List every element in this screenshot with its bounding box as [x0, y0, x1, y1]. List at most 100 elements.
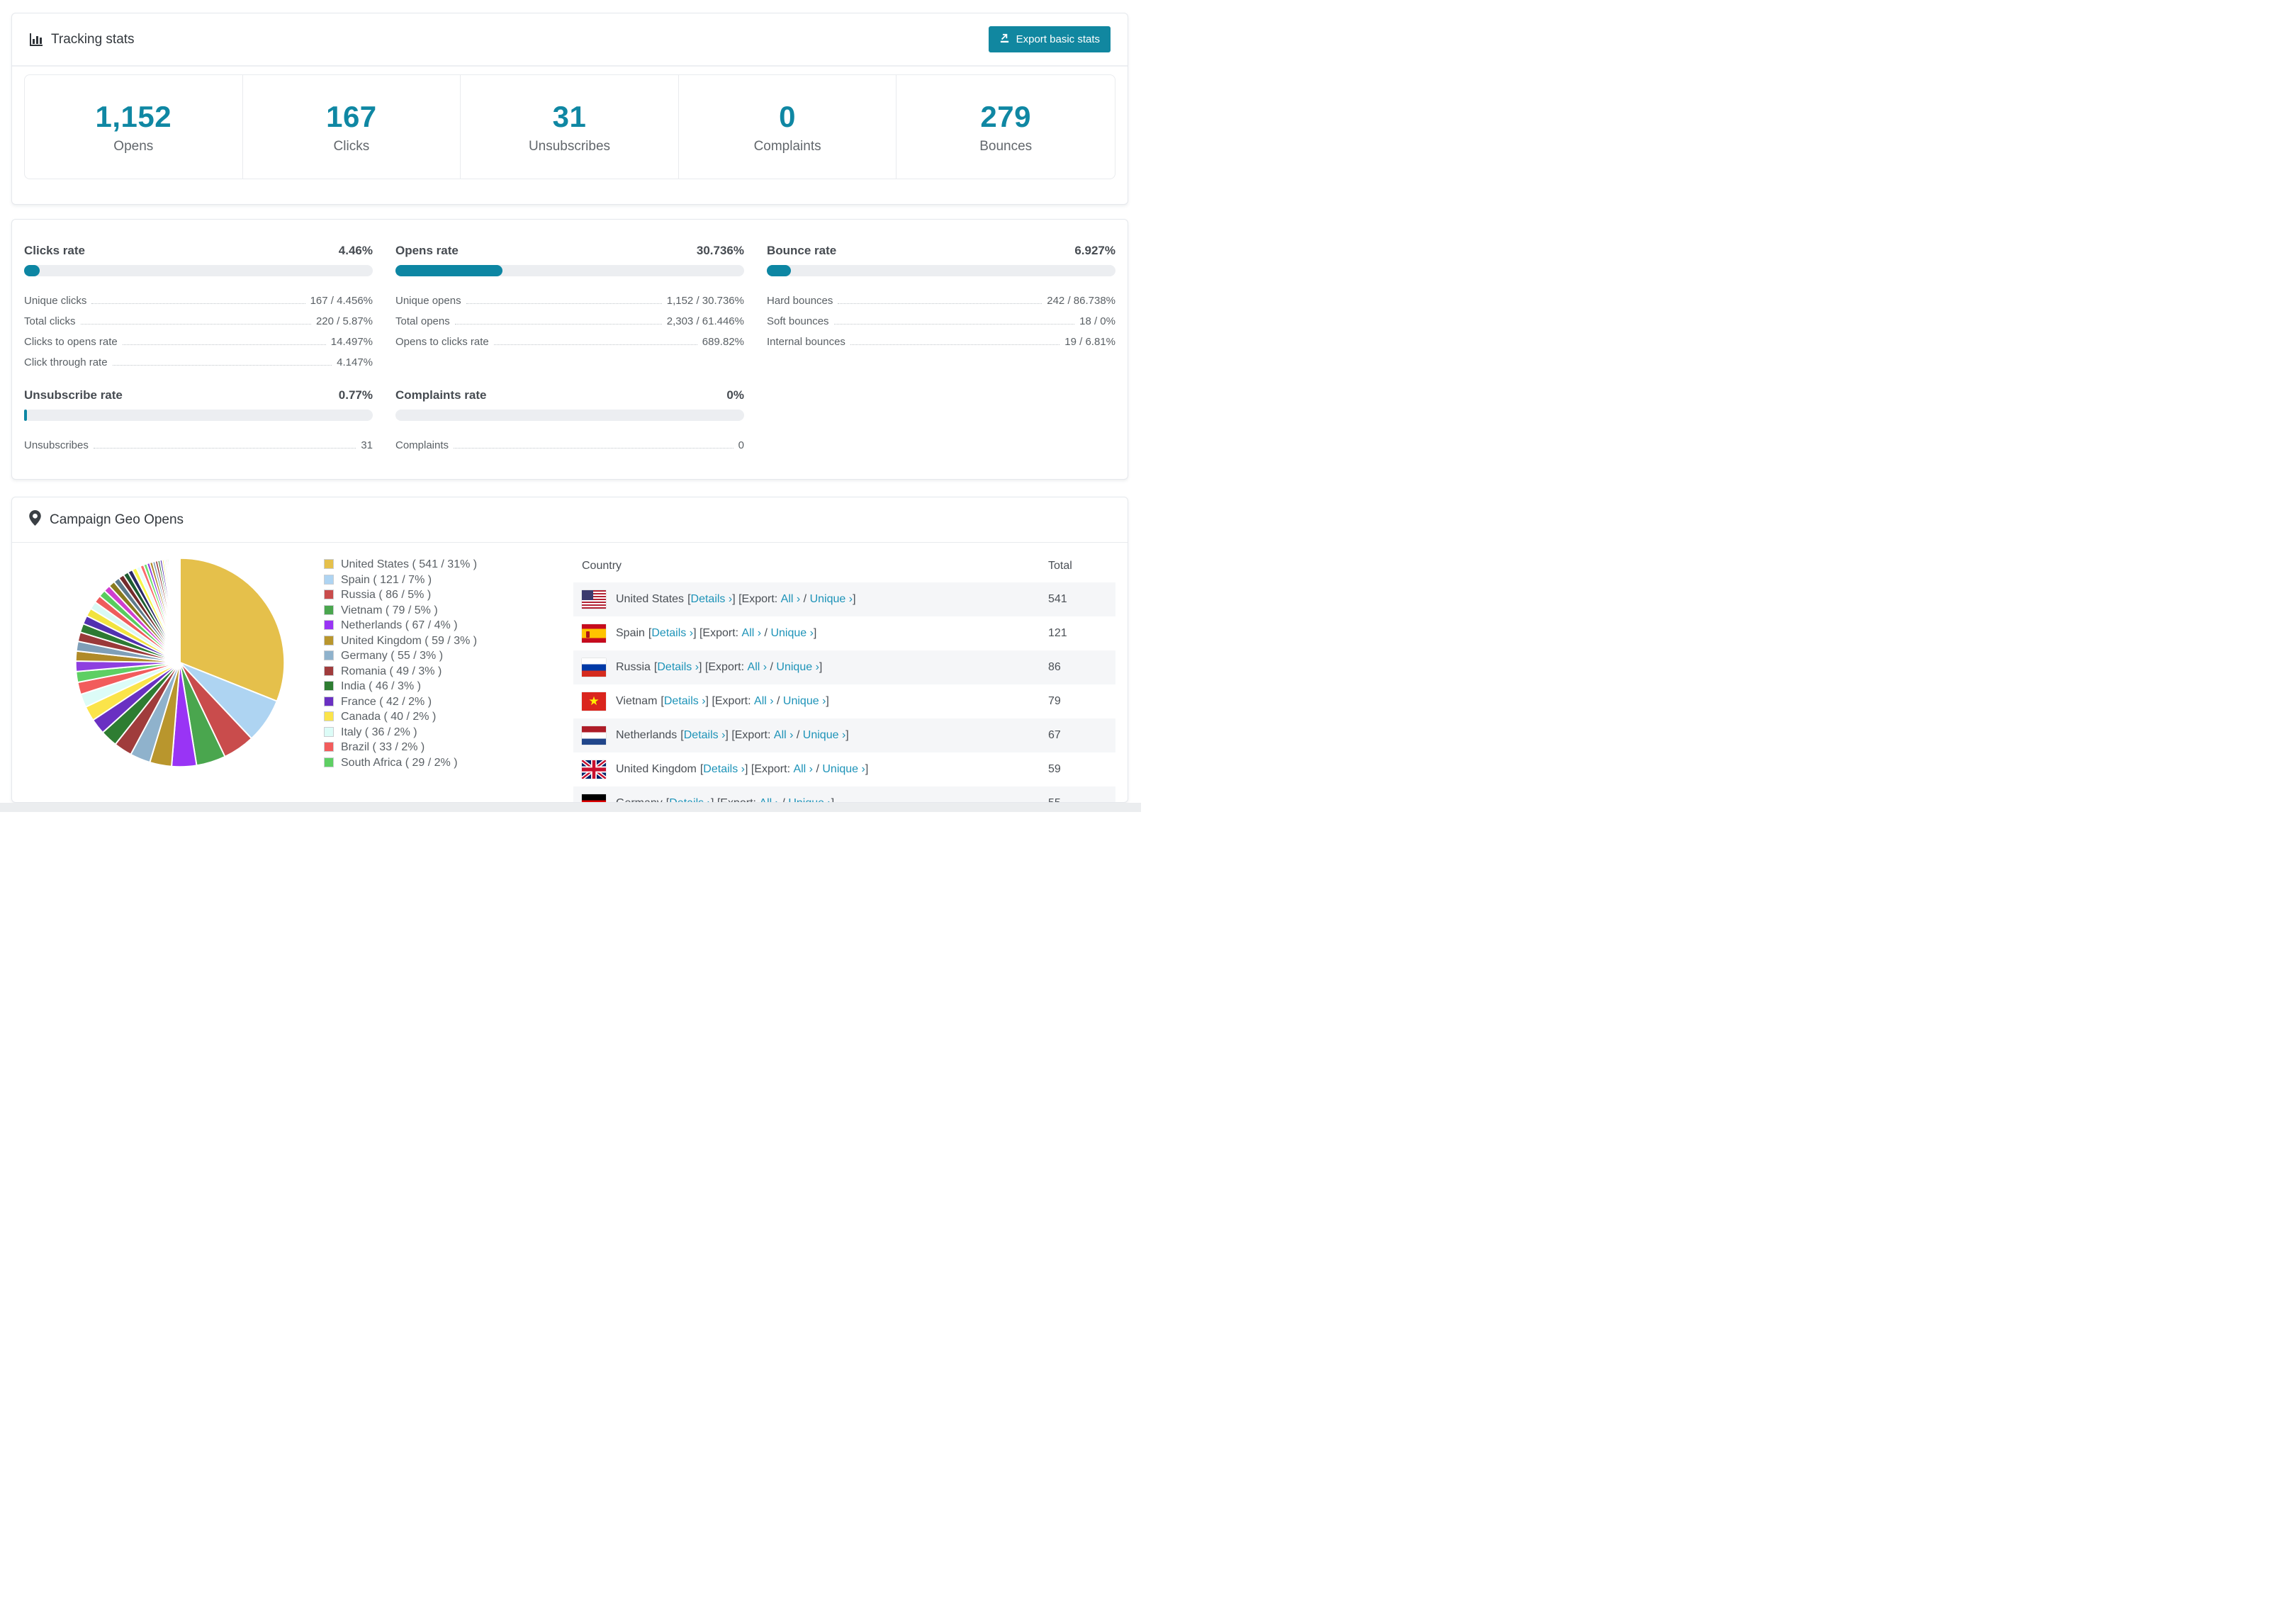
progress-bar — [24, 265, 373, 276]
export-unique-link[interactable]: Unique › — [810, 593, 853, 606]
legend-label: Brazil ( 33 / 2% ) — [341, 741, 425, 753]
legend-swatch-icon — [324, 590, 334, 599]
table-row: Germany [Details ›] [Export: All › / Uni… — [573, 786, 1115, 802]
country-total: 86 — [1048, 661, 1061, 673]
legend-item[interactable]: Vietnam ( 79 / 5% ) — [324, 603, 573, 619]
legend-item[interactable]: Russia ( 86 / 5% ) — [324, 587, 573, 603]
legend-item[interactable]: Netherlands ( 67 / 4% ) — [324, 618, 573, 633]
geo-table-header: Country Total — [573, 551, 1115, 582]
export-all-link[interactable]: All › — [774, 729, 794, 742]
country-flag-icon — [582, 760, 606, 779]
rate-percent: 6.927% — [1074, 244, 1115, 257]
legend-item[interactable]: Brazil ( 33 / 2% ) — [324, 740, 573, 755]
legend-swatch-icon — [324, 696, 334, 706]
details-link[interactable]: Details › — [651, 627, 693, 640]
stat-row-label: Soft bounces — [767, 315, 829, 327]
rate-panel: Unsubscribe rate 0.77% Unsubscribes 31 — [24, 388, 373, 451]
stat-row-value: 689.82% — [702, 336, 744, 348]
progress-bar-fill — [395, 265, 503, 276]
legend-item[interactable]: Canada ( 40 / 2% ) — [324, 709, 573, 725]
legend-label: Russia ( 86 / 5% ) — [341, 589, 432, 601]
dotted-leader — [850, 344, 1060, 345]
legend-label: India ( 46 / 3% ) — [341, 680, 421, 692]
map-pin-icon — [29, 509, 41, 530]
stat-row-label: Click through rate — [24, 356, 108, 368]
country-cell: Spain [Details ›] [Export: All › / Uniqu… — [582, 624, 1040, 643]
table-row: Spain [Details ›] [Export: All › / Uniqu… — [573, 616, 1115, 650]
export-unique-link[interactable]: Unique › — [788, 797, 831, 802]
legend-label: Canada ( 40 / 2% ) — [341, 711, 437, 723]
progress-bar-fill — [767, 265, 792, 276]
export-unique-link[interactable]: Unique › — [770, 627, 813, 640]
export-unique-link[interactable]: Unique › — [783, 695, 826, 708]
legend-swatch-icon — [324, 604, 334, 615]
details-link[interactable]: Details › — [657, 661, 699, 674]
summary-stat-box: 0 Complaints — [679, 75, 897, 179]
stat-row-value: 19 / 6.81% — [1064, 336, 1115, 348]
legend-item[interactable]: Spain ( 121 / 7% ) — [324, 573, 573, 588]
dotted-leader — [833, 324, 1075, 325]
bracket: ] — [831, 797, 834, 802]
geo-content: United States ( 541 / 31% ) Spain ( 121 … — [12, 543, 1128, 802]
legend-item[interactable]: Romania ( 49 / 3% ) — [324, 664, 573, 680]
legend-item[interactable]: India ( 46 / 3% ) — [324, 679, 573, 694]
stat-row-label: Internal bounces — [767, 336, 845, 348]
stat-row-label: Complaints — [395, 439, 449, 451]
dotted-leader — [112, 365, 332, 366]
bracket: ] — [853, 593, 856, 605]
stat-row-value: 220 / 5.87% — [315, 315, 373, 327]
legend-swatch-icon — [324, 665, 334, 676]
export-all-link[interactable]: All › — [748, 661, 768, 674]
country-flag-icon — [582, 726, 606, 745]
progress-bar — [395, 265, 744, 276]
export-all-link[interactable]: All › — [781, 593, 801, 606]
rate-title-row: Unsubscribe rate 0.77% — [24, 388, 373, 402]
export-all-link[interactable]: All › — [793, 763, 813, 776]
stat-row-value: 4.147% — [337, 356, 373, 368]
stat-label: Unsubscribes — [528, 138, 611, 154]
total-column-header: Total — [1048, 560, 1072, 572]
export-unique-link[interactable]: Unique › — [822, 763, 865, 776]
country-cell: Germany [Details ›] [Export: All › / Uni… — [582, 794, 1040, 802]
details-link[interactable]: Details › — [669, 797, 711, 802]
pie-slice[interactable] — [179, 557, 181, 663]
export-basic-stats-button[interactable]: Export basic stats — [988, 26, 1111, 52]
country-column-header: Country — [582, 560, 622, 572]
stat-row-label: Total opens — [395, 315, 450, 327]
stat-row-value: 18 / 0% — [1079, 315, 1115, 327]
card-title: Tracking stats — [29, 32, 135, 47]
table-row: Netherlands [Details ›] [Export: All › /… — [573, 718, 1115, 752]
legend-item[interactable]: United States ( 541 / 31% ) — [324, 557, 573, 573]
export-all-link[interactable]: All › — [759, 797, 779, 802]
progress-bar — [24, 410, 373, 421]
rate-title: Clicks rate — [24, 244, 85, 257]
legend-item[interactable]: France ( 42 / 2% ) — [324, 694, 573, 710]
bracket: ] [Export: — [711, 797, 759, 802]
legend-label: United Kingdom ( 59 / 3% ) — [341, 634, 478, 647]
export-all-link[interactable]: All › — [742, 627, 762, 640]
summary-stat-box: 279 Bounces — [896, 75, 1115, 179]
stat-row-value: 2,303 / 61.446% — [666, 315, 744, 327]
progress-bar — [767, 265, 1115, 276]
details-link[interactable]: Details › — [684, 729, 726, 742]
details-link[interactable]: Details › — [691, 593, 733, 606]
details-link[interactable]: Details › — [664, 695, 706, 708]
rate-rows: Unique clicks 167 / 4.456% Total clicks … — [24, 286, 373, 368]
stat-row: Click through rate 4.147% — [24, 348, 373, 368]
legend-item[interactable]: South Africa ( 29 / 2% ) — [324, 755, 573, 771]
export-all-link[interactable]: All › — [754, 695, 774, 708]
stat-row-value: 31 — [361, 439, 373, 451]
dotted-leader — [838, 303, 1042, 304]
details-link[interactable]: Details › — [703, 763, 745, 776]
export-unique-link[interactable]: Unique › — [776, 661, 819, 674]
dotted-leader — [454, 448, 734, 449]
section-title: Campaign Geo Opens — [50, 512, 184, 527]
legend-item[interactable]: Germany ( 55 / 3% ) — [324, 648, 573, 664]
export-unique-link[interactable]: Unique › — [803, 729, 845, 742]
legend-item[interactable]: Italy ( 36 / 2% ) — [324, 725, 573, 740]
rate-title: Bounce rate — [767, 244, 837, 257]
legend-item[interactable]: United Kingdom ( 59 / 3% ) — [324, 633, 573, 649]
dotted-leader — [466, 303, 662, 304]
bracket: ] [Export: — [732, 593, 781, 605]
table-row: Russia [Details ›] [Export: All › / Uniq… — [573, 650, 1115, 684]
